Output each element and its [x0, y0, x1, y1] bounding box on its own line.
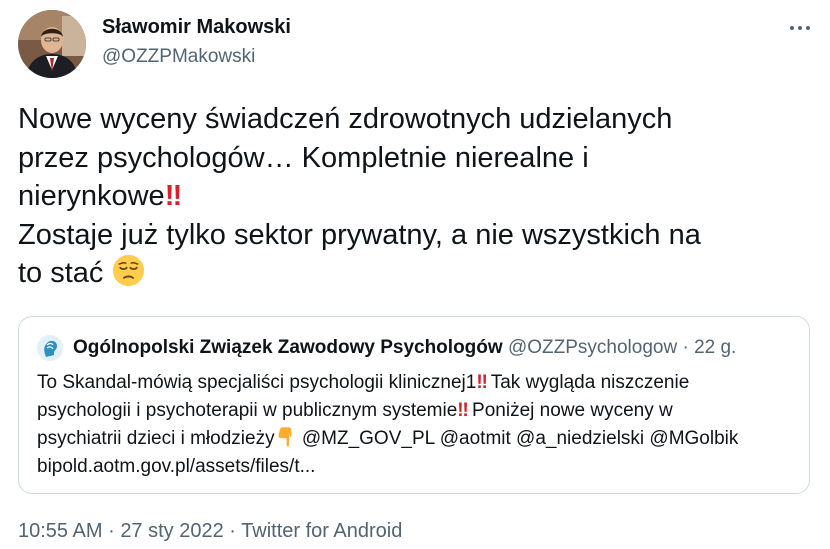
tweet-line: Nowe wyceny świadczeń zdrowotnych udziel…: [18, 103, 673, 135]
quoted-line-text: Poniżej nowe wyceny w: [466, 400, 673, 421]
pointing-down-hand-emoji: [275, 426, 297, 448]
double-exclamation-emoji: ‼: [476, 372, 488, 393]
footer-separator: ·: [108, 520, 115, 542]
more-options-button[interactable]: [784, 14, 816, 42]
tweet-line: przez psychologów… Kompletnie nierealne …: [18, 141, 589, 174]
tweet-text: Nowe wyceny świadczeń zdrowotnych udziel…: [18, 100, 808, 293]
quoted-line: To Skandal-mówią specjaliści psychologii…: [37, 369, 797, 397]
tweet-line-text: to stać: [18, 257, 104, 289]
footer-separator: ·: [229, 520, 236, 542]
tweet-line-text: nierynkowe: [18, 180, 165, 212]
tweet-source-link[interactable]: Twitter for Android: [241, 520, 402, 542]
quoted-text: To Skandal-mówią specjaliści psychologii…: [37, 369, 797, 481]
tweet-footer: 10:55 AM · 27 sty 2022 · Twitter for And…: [18, 520, 402, 543]
quoted-line-text: psychologii i psychoterapii w publicznym…: [37, 400, 458, 421]
author-name[interactable]: Sławomir Makowski: [102, 16, 291, 39]
quoted-line-text: psychiatrii dzieci i młodzieży: [37, 428, 275, 449]
quoted-time[interactable]: 22 g.: [694, 337, 736, 358]
quoted-avatar[interactable]: [37, 335, 63, 361]
quoted-line-text: Tak wygląda niszczenie: [485, 372, 690, 393]
more-horizontal-icon: [790, 26, 794, 30]
quoted-author-handle[interactable]: @OZZPsychologow: [508, 337, 677, 358]
quoted-separator: ·: [682, 337, 689, 358]
author-handle[interactable]: @OZZPMakowski: [102, 46, 255, 68]
quoted-link[interactable]: bipold.aotm.gov.pl/assets/files/t...: [37, 453, 797, 481]
tweet-timestamp-link[interactable]: 10:55 AM: [18, 520, 103, 542]
tweet-date-link[interactable]: 27 sty 2022: [120, 520, 223, 542]
quoted-line-text: @MZ_GOV_PL @aotmit @a_niedzielski @MGolb…: [296, 428, 739, 449]
quoted-tweet[interactable]: Ogólnopolski Związek Zawodowy Psychologó…: [18, 316, 810, 494]
tweet-line: nierynkowe‼: [18, 177, 808, 216]
tweet-line: Zostaje już tylko sektor prywatny, a nie…: [18, 218, 701, 251]
quoted-line: psychologii i psychoterapii w publicznym…: [37, 397, 797, 425]
tweet-line: to stać: [18, 254, 808, 293]
double-exclamation-emoji: ‼: [164, 180, 182, 212]
quoted-line-text: To Skandal-mówią specjaliści psychologii…: [37, 372, 477, 393]
quoted-line: psychiatrii dzieci i młodzieży @MZ_GOV_P…: [37, 425, 797, 453]
quoted-author-name[interactable]: Ogólnopolski Związek Zawodowy Psychologó…: [73, 337, 503, 358]
double-exclamation-emoji: ‼: [457, 400, 469, 421]
pensive-face-emoji: [112, 254, 145, 287]
quoted-header: Ogólnopolski Związek Zawodowy Psychologó…: [73, 337, 736, 359]
author-avatar[interactable]: [18, 10, 86, 78]
